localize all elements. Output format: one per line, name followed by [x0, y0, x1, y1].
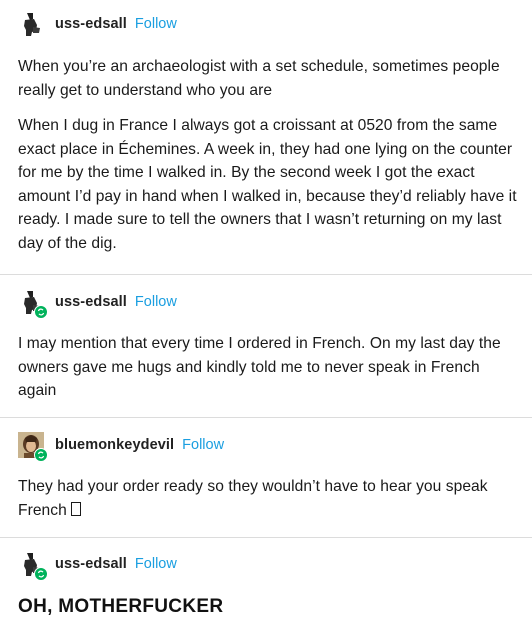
post-1: uss-edsall Follow When you’re an archaeo… — [0, 11, 532, 255]
post-header: uss-edsall Follow — [18, 289, 518, 319]
reblog-icon — [37, 451, 45, 459]
post-3: bluemonkeydevil Follow They had your ord… — [0, 432, 532, 522]
post-divider — [0, 537, 532, 538]
post-header: bluemonkeydevil Follow — [18, 432, 518, 462]
post-text-container: They had your order ready so they wouldn… — [18, 475, 518, 522]
missing-emoji-box-icon — [70, 501, 81, 516]
post-text: They had your order ready so they wouldn… — [18, 478, 488, 519]
reblog-badge — [34, 448, 48, 462]
follow-button[interactable]: Follow — [135, 556, 177, 572]
post-text: I may mention that every time I ordered … — [18, 335, 501, 399]
post-divider — [0, 417, 532, 418]
post-headline: OH, MOTHERFUCKER — [18, 596, 224, 617]
username[interactable]: uss-edsall — [55, 294, 127, 310]
reblog-icon — [37, 308, 45, 316]
username[interactable]: bluemonkeydevil — [55, 437, 174, 453]
post-header: uss-edsall Follow — [18, 11, 518, 37]
username[interactable]: uss-edsall — [55, 16, 127, 32]
reblog-badge — [34, 305, 48, 319]
follow-button[interactable]: Follow — [135, 16, 177, 32]
username[interactable]: uss-edsall — [55, 556, 127, 572]
avatar[interactable] — [18, 11, 44, 37]
post-divider — [0, 274, 532, 275]
avatar[interactable] — [18, 432, 48, 462]
post-4: uss-edsall Follow OH, MOTHERFUCKER — [0, 551, 532, 618]
avatar[interactable] — [18, 551, 48, 581]
reblog-icon — [37, 570, 45, 578]
follow-button[interactable]: Follow — [135, 294, 177, 310]
post-text: When I dug in France I always got a croi… — [18, 117, 517, 252]
dark-figure-avatar-icon — [18, 11, 44, 37]
post-text: When you’re an archaeologist with a set … — [18, 58, 500, 99]
reblog-badge — [34, 567, 48, 581]
post-header: uss-edsall Follow — [18, 551, 518, 581]
follow-button[interactable]: Follow — [182, 437, 224, 453]
post-2: uss-edsall Follow I may mention that eve… — [0, 289, 532, 403]
avatar[interactable] — [18, 289, 48, 319]
